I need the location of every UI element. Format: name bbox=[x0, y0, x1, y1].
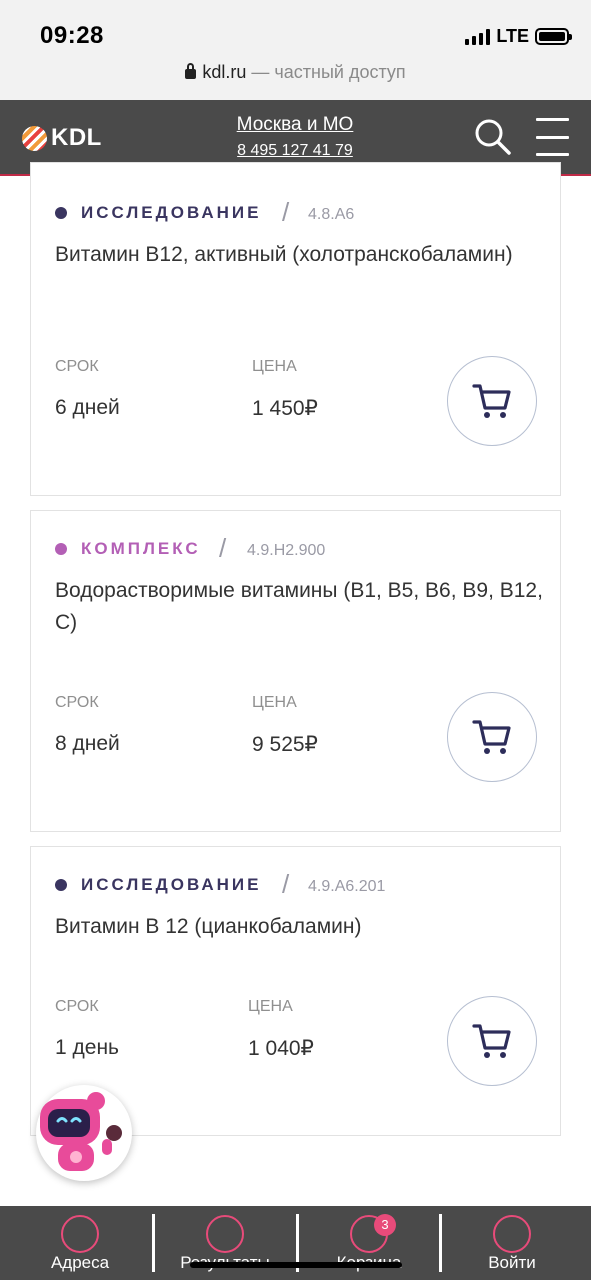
network-label: LTE bbox=[496, 26, 529, 46]
region-link[interactable]: Москва и МО bbox=[195, 114, 395, 136]
price-label: ЦЕНА bbox=[252, 358, 297, 375]
nav-label: Адреса bbox=[50, 1253, 110, 1272]
price-value: 1 450₽ bbox=[252, 397, 318, 420]
test-title[interactable]: Витамин В 12 (цианкобаламин) bbox=[55, 911, 545, 943]
status-indicators: LTE bbox=[465, 26, 572, 47]
term-value: 1 день bbox=[55, 1036, 119, 1059]
user-icon bbox=[493, 1215, 531, 1253]
cart-icon bbox=[472, 1024, 511, 1058]
nav-login[interactable]: Войти bbox=[437, 1206, 587, 1280]
code-separator: / bbox=[282, 197, 290, 227]
logo-mark-icon bbox=[22, 125, 47, 151]
term-label: СРОК bbox=[55, 694, 99, 711]
type-dot bbox=[55, 543, 67, 555]
code-separator: / bbox=[282, 869, 290, 899]
home-indicator bbox=[190, 1262, 402, 1268]
test-title[interactable]: Витамин В12, активный (холотранскобалами… bbox=[55, 239, 545, 271]
cart-badge: 3 bbox=[374, 1214, 396, 1236]
nav-addresses[interactable]: Адреса bbox=[5, 1206, 155, 1280]
term-label: СРОК bbox=[55, 998, 99, 1015]
url-suffix: — частный доступ bbox=[251, 62, 406, 82]
kdl-logo[interactable]: KDL bbox=[22, 124, 102, 152]
test-code: 4.9.A6.201 bbox=[308, 878, 386, 895]
card-type: КОМПЛЕКС bbox=[55, 539, 201, 559]
test-card[interactable]: КОМПЛЕКС / 4.9.H2.900 Водорастворимые ви… bbox=[30, 510, 561, 832]
price-value: 1 040₽ bbox=[248, 1037, 314, 1060]
test-code: 4.8.A6 bbox=[308, 206, 355, 223]
location-icon bbox=[61, 1215, 99, 1253]
term-label: СРОК bbox=[55, 358, 99, 375]
signal-icon bbox=[465, 28, 491, 45]
nav-cart[interactable]: 3 Корзина bbox=[294, 1206, 444, 1280]
nav-label: Войти bbox=[488, 1253, 536, 1272]
menu-button[interactable] bbox=[536, 118, 569, 156]
chat-assistant-button[interactable] bbox=[36, 1085, 132, 1181]
nav-results[interactable]: Результаты bbox=[150, 1206, 300, 1280]
type-label: КОМПЛЕКС bbox=[81, 539, 201, 558]
robot-mascot-icon bbox=[40, 1092, 122, 1171]
code-separator: / bbox=[219, 533, 227, 563]
type-label: ИССЛЕДОВАНИЕ bbox=[81, 875, 262, 894]
card-type: ИССЛЕДОВАНИЕ bbox=[55, 875, 262, 895]
region-block: Москва и МО 8 495 127 41 79 bbox=[195, 114, 395, 160]
lock-icon bbox=[185, 63, 197, 79]
status-time: 09:28 bbox=[40, 22, 104, 49]
price-label: ЦЕНА bbox=[248, 998, 293, 1015]
menu-line bbox=[536, 118, 569, 121]
type-dot bbox=[55, 879, 67, 891]
add-to-cart-button[interactable] bbox=[447, 692, 537, 782]
test-card[interactable]: ИССЛЕДОВАНИЕ / 4.8.A6 Витамин В12, актив… bbox=[30, 162, 561, 496]
menu-line bbox=[536, 153, 569, 156]
url-bar[interactable]: kdl.ru — частный доступ bbox=[0, 62, 591, 83]
search-icon[interactable] bbox=[474, 118, 512, 156]
cart-icon bbox=[472, 384, 511, 418]
term-value: 8 дней bbox=[55, 732, 120, 755]
bottom-nav: Адреса Результаты 3 Корзина Войти bbox=[0, 1206, 591, 1280]
type-label: ИССЛЕДОВАНИЕ bbox=[81, 203, 262, 222]
logo-text: KDL bbox=[51, 124, 102, 151]
add-to-cart-button[interactable] bbox=[447, 356, 537, 446]
url-domain: kdl.ru bbox=[202, 62, 247, 82]
price-label: ЦЕНА bbox=[252, 694, 297, 711]
test-title[interactable]: Водорастворимые витамины (B1, B5, B6, B9… bbox=[55, 575, 545, 639]
results-icon bbox=[206, 1215, 244, 1253]
battery-icon bbox=[535, 28, 572, 45]
cart-icon bbox=[472, 720, 511, 754]
type-dot bbox=[55, 207, 67, 219]
add-to-cart-button[interactable] bbox=[447, 996, 537, 1086]
price-value: 9 525₽ bbox=[252, 733, 318, 756]
card-type: ИССЛЕДОВАНИЕ bbox=[55, 203, 262, 223]
term-value: 6 дней bbox=[55, 396, 120, 419]
status-bar: 09:28 LTE kdl.ru — частный доступ bbox=[0, 0, 591, 100]
menu-line bbox=[536, 135, 569, 139]
test-code: 4.9.H2.900 bbox=[247, 542, 326, 559]
phone-link[interactable]: 8 495 127 41 79 bbox=[195, 142, 395, 160]
